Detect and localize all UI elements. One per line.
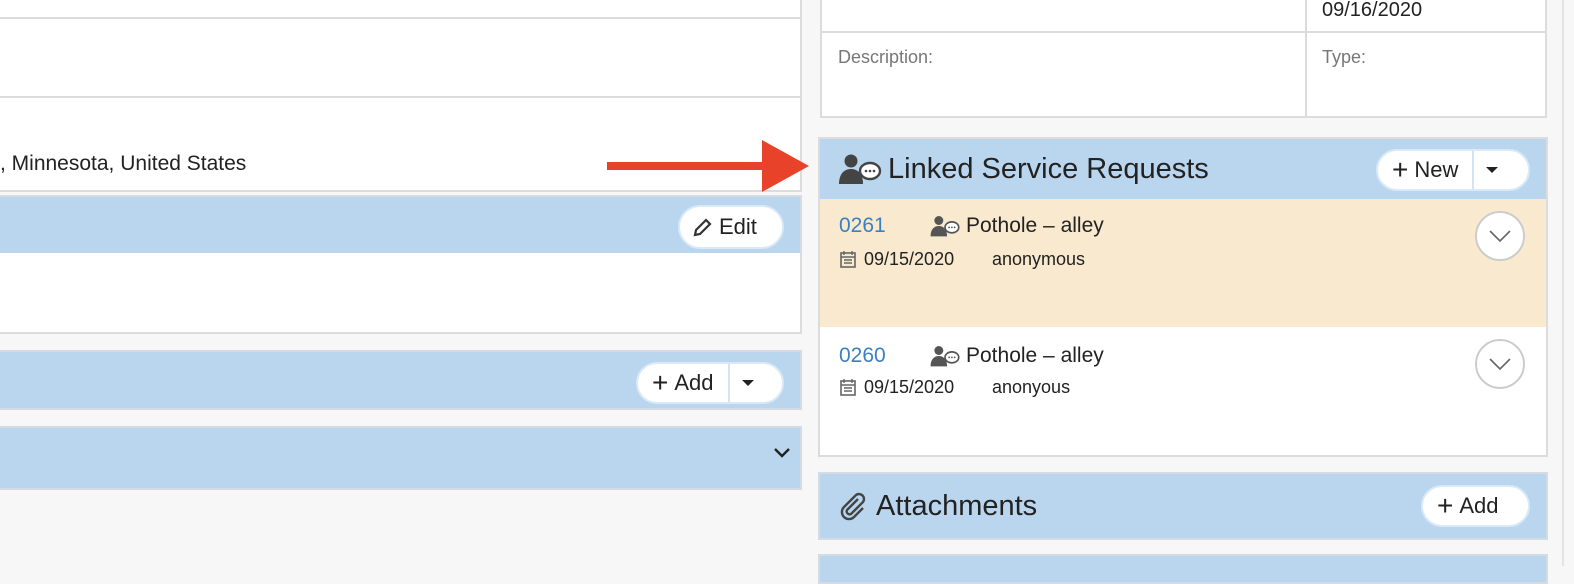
user-chat-icon <box>839 154 882 184</box>
attachments-title: Attachments <box>876 489 1038 522</box>
divider <box>0 96 802 98</box>
chevron-down-icon[interactable] <box>773 447 791 459</box>
request-date: 09/15/2020 <box>864 377 955 397</box>
calendar-icon <box>840 379 856 396</box>
caret-down-icon <box>1486 167 1499 173</box>
edit-label: Edit <box>719 214 757 239</box>
red-arrow <box>607 140 809 192</box>
add-label: Add <box>674 370 714 395</box>
type-label: Type: <box>1322 47 1367 67</box>
add-button[interactable]: + Add <box>638 364 728 402</box>
pencil-icon <box>693 218 712 237</box>
divider <box>822 31 1545 33</box>
request-reporter: anonyous <box>992 377 1071 397</box>
new-button[interactable]: + New <box>1378 151 1472 189</box>
user-chat-icon <box>930 346 960 367</box>
section-body-1 <box>0 253 802 334</box>
request-id-link[interactable]: 0260 <box>839 344 886 368</box>
edit-button[interactable]: Edit <box>678 205 784 249</box>
linked-requests-title: Linked Service Requests <box>888 152 1209 185</box>
description-label: Description: <box>838 47 934 67</box>
paperclip-icon <box>840 492 866 521</box>
address-text: , Minnesota, United States <box>0 152 247 175</box>
new-button-group[interactable]: + New <box>1376 149 1530 191</box>
request-reporter: anonymous <box>992 249 1086 269</box>
new-dropdown-toggle[interactable] <box>1472 151 1510 189</box>
divider <box>0 17 802 19</box>
attachments-add-button[interactable]: + Add <box>1421 485 1530 527</box>
add-dropdown-toggle[interactable] <box>727 364 766 402</box>
caret-down-icon <box>741 380 754 386</box>
scrollbar-track[interactable] <box>1562 0 1564 566</box>
list-item[interactable]: 0260 Pothole – alley 09/15/2020 anonyous <box>820 327 1546 455</box>
request-title: Pothole – alley <box>966 344 1104 367</box>
expand-button[interactable] <box>1475 339 1525 389</box>
date-value: 09/16/2020 <box>1322 0 1423 21</box>
request-date: 09/15/2020 <box>864 249 955 269</box>
divider <box>1305 0 1307 116</box>
add-label: Add <box>1459 493 1499 518</box>
request-title: Pothole – alley <box>966 214 1104 237</box>
add-button-group[interactable]: + Add <box>636 362 784 404</box>
plus-icon: + <box>652 367 669 398</box>
expand-button[interactable] <box>1475 211 1525 261</box>
plus-icon: + <box>1392 154 1409 185</box>
user-chat-icon <box>930 216 960 237</box>
chevron-down-icon <box>1489 230 1511 242</box>
request-id-link[interactable]: 0261 <box>839 214 886 238</box>
plus-icon: + <box>1437 490 1454 521</box>
section-header-3 <box>0 426 802 490</box>
next-section-header <box>818 554 1548 584</box>
list-item[interactable]: 0261 Pothole – alley 09/15/2020 anonymou… <box>820 199 1546 327</box>
new-label: New <box>1414 157 1459 182</box>
chevron-down-icon <box>1489 358 1511 370</box>
calendar-icon <box>840 251 856 268</box>
